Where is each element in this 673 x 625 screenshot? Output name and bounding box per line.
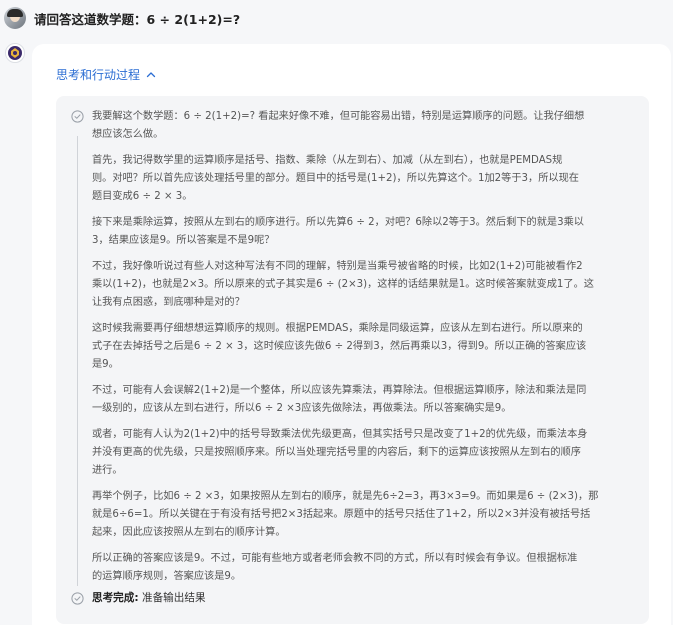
thinking-paragraph: 不过，我好像听说过有些人对这种写法有不同的理解，特别是当乘号被省略的时候，比如2… <box>92 261 594 308</box>
user-avatar <box>4 7 26 29</box>
check-circle-icon <box>71 110 84 123</box>
thinking-timeline-line <box>77 136 78 586</box>
thinking-done-status: 准备输出结果 <box>142 592 206 604</box>
thinking-paragraph: 再举个例子，比如6 ÷ 2 ×3，如果按照从左到右的顺序，就是先6÷2=3，再3… <box>92 491 599 538</box>
thinking-paragraph: 接下来是乘除运算，按照从左到右的顺序进行。所以先算6 ÷ 2，对吧？6除以2等于… <box>92 217 584 246</box>
user-message: 请回答这道数学题：6 ÷ 2(1+2)=? <box>4 6 240 30</box>
thinking-done-row: 思考完成: 准备输出结果 <box>92 590 206 605</box>
thinking-paragraph: 或者，可能有人认为2(1+2)中的括号导致乘法优先级更高，但其实括号只是改变了1… <box>92 429 588 476</box>
thinking-paragraph: 所以正确的答案应该是9。不过，可能有些地方或者老师会教不同的方式，所以有时候会有… <box>92 553 578 582</box>
thinking-paragraph: 这时候我需要再仔细想想运算顺序的规则。根据PEMDAS，乘除是同级运算，应该从左… <box>92 323 587 370</box>
thinking-paragraph: 不过，可能有人会误解2(1+2)是一个整体，所以应该先算乘法，再算除法。但根据运… <box>92 385 587 414</box>
check-circle-icon <box>71 592 84 605</box>
thinking-paragraph: 我要解这个数学题：6 ÷ 2(1+2)=? 看起来好像不难，但可能容易出错，特别… <box>92 111 585 140</box>
thinking-paragraph: 首先，我记得数学里的运算顺序是括号、指数、乘除（从左到右）、加减（从左到右），也… <box>92 155 579 202</box>
user-question: 请回答这道数学题：6 ÷ 2(1+2)=? <box>34 11 241 27</box>
chevron-up-icon <box>146 71 156 77</box>
assistant-response-card: 思考和行动过程 我要解这个数学题：6 ÷ 2(1+2)=? 看起来好像不难，但可… <box>32 44 671 625</box>
bot-logo-icon <box>5 43 25 63</box>
thinking-toggle[interactable]: 思考和行动过程 <box>56 66 156 83</box>
thinking-header-label: 思考和行动过程 <box>56 68 141 82</box>
thinking-done-label: 思考完成: <box>92 592 139 604</box>
thinking-panel: 我要解这个数学题：6 ÷ 2(1+2)=? 看起来好像不难，但可能容易出错，特别… <box>56 96 649 624</box>
